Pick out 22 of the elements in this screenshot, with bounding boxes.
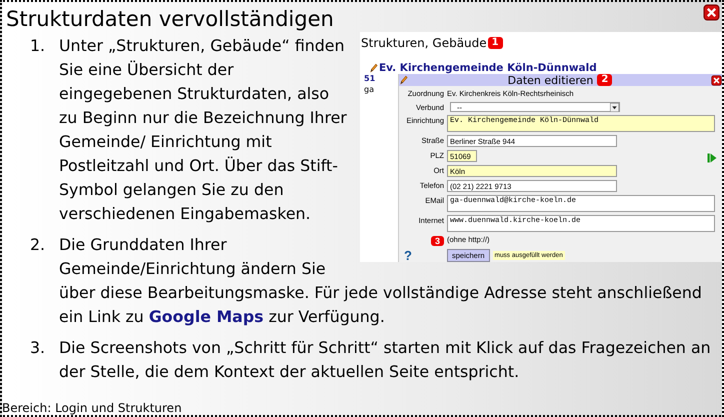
step-number: 3. — [30, 337, 46, 359]
area-label: Bereich: Login und Strukturen — [2, 401, 182, 415]
dropdown-arrow-icon[interactable] — [610, 102, 619, 112]
step-number: 1. — [30, 35, 46, 57]
step-text: 3. Die Screenshots von „Schritt für Schritt“ starten mit Klick auf das Fragezeichen an der Stelle, die dem Kontext der aktuellen Seite entspricht. — [29, 336, 712, 383]
pencil-icon[interactable] — [399, 75, 409, 85]
number-badge: 3 — [430, 236, 444, 246]
number-badge: 1 — [488, 37, 503, 49]
page-title: Strukturdaten vervollständigen — [5, 6, 334, 32]
number-badge: 2 — [597, 74, 612, 86]
dialog-title: Daten editieren — [508, 74, 594, 86]
section-heading: Strukturen, Gebäude — [361, 36, 487, 50]
cut-off-text: 51 — [364, 74, 376, 83]
close-icon[interactable] — [703, 4, 720, 21]
pencil-icon[interactable] — [369, 63, 379, 73]
map-link[interactable]: Google Maps — [148, 307, 264, 326]
organization-link[interactable]: Ev. Kirchengemeinde Köln-Dünnwald — [379, 62, 597, 74]
play-icon[interactable] — [706, 152, 718, 164]
step-number: 2. — [30, 234, 46, 256]
help-button[interactable]: ? — [404, 250, 412, 260]
cut-off-text: ga — [364, 85, 374, 94]
close-icon[interactable] — [711, 74, 722, 86]
